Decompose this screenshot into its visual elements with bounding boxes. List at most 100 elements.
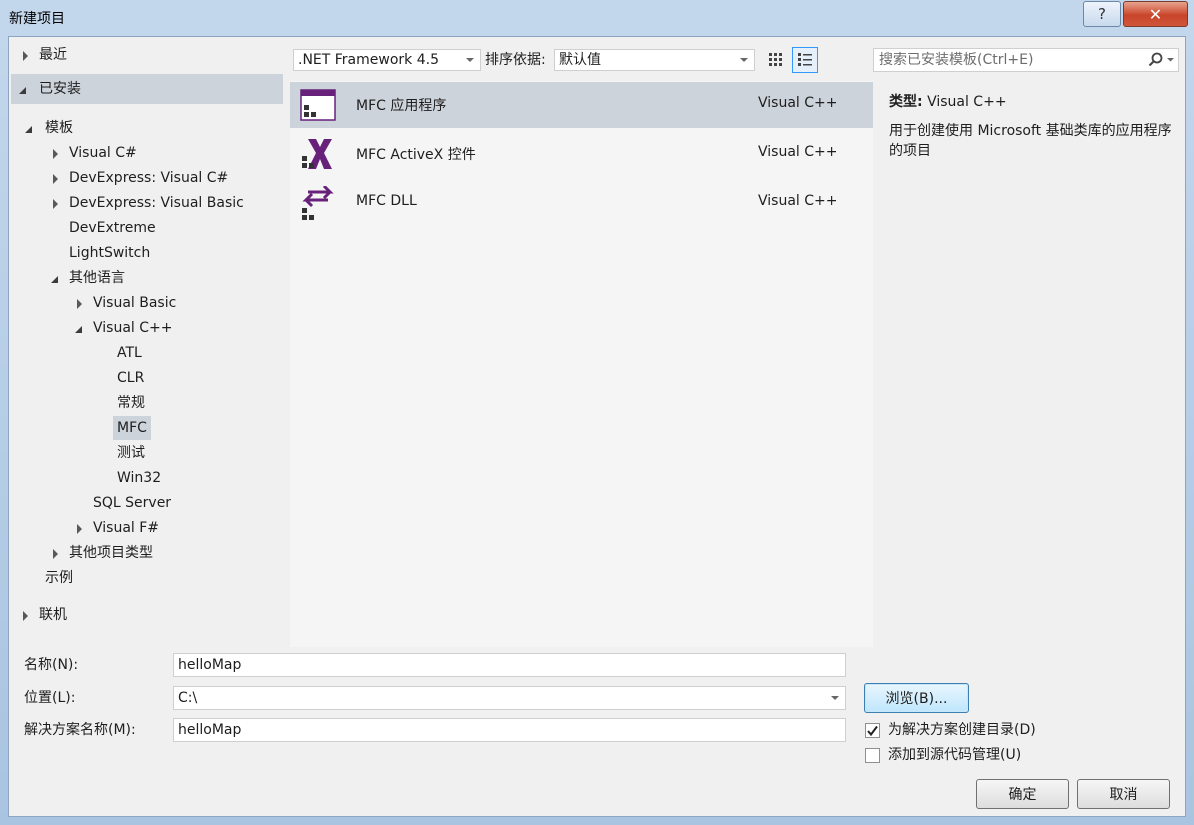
tree-item-mfc[interactable]: MFC: [117, 416, 147, 441]
close-icon: ✕: [1148, 4, 1163, 24]
close-button[interactable]: ✕: [1123, 1, 1188, 27]
collapse-icon[interactable]: [75, 326, 82, 333]
tree-item-installed[interactable]: 已安装: [19, 77, 81, 102]
template-language: Visual C++: [758, 144, 838, 160]
tree-item-general[interactable]: 常规: [117, 391, 145, 416]
location-combobox[interactable]: C:\: [173, 686, 846, 710]
expand-icon[interactable]: [23, 611, 28, 621]
tree-item-devextreme[interactable]: DevExtreme: [69, 216, 156, 241]
location-label: 位置(L):: [24, 690, 76, 706]
tree-item-lightswitch[interactable]: LightSwitch: [69, 241, 150, 266]
type-value: Visual C++: [927, 94, 1007, 110]
tree-label: MFC: [117, 420, 147, 436]
expand-icon[interactable]: [23, 51, 28, 61]
framework-value: .NET Framework 4.5: [298, 52, 439, 68]
mfc-application-icon: [300, 89, 336, 121]
tree-item-win32[interactable]: Win32: [117, 466, 161, 491]
framework-dropdown[interactable]: .NET Framework 4.5: [293, 49, 481, 71]
create-directory-label[interactable]: 为解决方案创建目录(D): [888, 719, 1036, 741]
tree-item-atl[interactable]: ATL: [117, 341, 142, 366]
tree-item-clr[interactable]: CLR: [117, 366, 144, 391]
template-item[interactable]: MFC 应用程序 Visual C++: [290, 82, 873, 128]
tree-item-visual-csharp[interactable]: Visual C#: [49, 141, 137, 166]
sort-value: 默认值: [559, 52, 601, 68]
tree-label: 其他语言: [69, 270, 125, 286]
expand-icon[interactable]: [53, 174, 58, 184]
tree-item-templates[interactable]: 模板: [25, 116, 73, 141]
tree-item-devexpress-vb[interactable]: DevExpress: Visual Basic: [49, 191, 244, 216]
tree-item-test[interactable]: 测试: [117, 441, 145, 466]
create-directory-checkbox[interactable]: [865, 723, 880, 738]
chevron-down-icon[interactable]: [831, 696, 839, 700]
tree-item-devexpress-csharp[interactable]: DevExpress: Visual C#: [49, 166, 228, 191]
tree-item-visual-fsharp[interactable]: Visual F#: [73, 516, 159, 541]
browse-label: 浏览(B)...: [885, 691, 948, 707]
tree-label: LightSwitch: [69, 245, 151, 261]
search-input[interactable]: 搜索已安装模板(Ctrl+E): [873, 48, 1179, 72]
template-name: MFC DLL: [356, 193, 417, 209]
expand-icon[interactable]: [77, 524, 82, 534]
tree-item-online[interactable]: 联机: [19, 603, 67, 628]
template-details: 类型: Visual C++ 用于创建使用 Microsoft 基础类库的应用程…: [873, 81, 1179, 647]
tree-label: DevExpress: Visual C#: [69, 170, 229, 186]
template-item[interactable]: MFC ActiveX 控件 Visual C++: [290, 131, 873, 177]
collapse-icon[interactable]: [25, 126, 32, 133]
tree-label: CLR: [117, 370, 145, 386]
tree-label: 其他项目类型: [69, 545, 153, 561]
tree-item-other-project-types[interactable]: 其他项目类型: [49, 541, 153, 566]
tree-label: 已安装: [39, 81, 81, 97]
cancel-label: 取消: [1109, 787, 1138, 803]
source-control-checkbox[interactable]: [865, 748, 880, 763]
ok-button[interactable]: 确定: [976, 779, 1069, 809]
search-placeholder: 搜索已安装模板(Ctrl+E): [879, 52, 1034, 68]
chevron-down-icon: [740, 58, 748, 62]
search-icon[interactable]: [1146, 49, 1176, 71]
cancel-button[interactable]: 取消: [1077, 779, 1170, 809]
tree-label: SQL Server: [93, 495, 172, 511]
list-view-icon: [798, 53, 812, 66]
tree-item-recent[interactable]: 最近: [19, 43, 67, 68]
expand-icon[interactable]: [53, 549, 58, 559]
source-control-label[interactable]: 添加到源代码管理(U): [888, 744, 1021, 766]
dialog-window: 新建项目 ? ✕ 最近 已安装 模板 Visual C# DevExpress:…: [0, 0, 1194, 825]
tree-item-sql-server[interactable]: SQL Server: [93, 491, 171, 516]
tree-label: DevExtreme: [69, 220, 156, 236]
mfc-dll-icon: [302, 186, 334, 220]
title-bar[interactable]: 新建项目 ? ✕: [0, 0, 1194, 36]
dialog-client: 最近 已安装 模板 Visual C# DevExpress: Visual C…: [8, 36, 1186, 817]
solution-field[interactable]: helloMap: [173, 718, 846, 742]
collapse-icon[interactable]: [19, 87, 26, 94]
tree-item-visual-cpp[interactable]: Visual C++: [73, 316, 172, 341]
tree-label: Win32: [117, 470, 162, 486]
tree-label: 示例: [45, 570, 73, 586]
template-list: MFC 应用程序 Visual C++ MFC ActiveX 控件 Visua…: [290, 81, 873, 647]
template-name: MFC ActiveX 控件: [356, 147, 476, 163]
tree-label: Visual F#: [93, 520, 160, 536]
template-name: MFC 应用程序: [356, 98, 447, 114]
expand-icon[interactable]: [53, 199, 58, 209]
tree-label: 联机: [39, 607, 67, 623]
tree-item-samples[interactable]: 示例: [45, 566, 73, 591]
tree-label: 常规: [117, 395, 145, 411]
tree-label: Visual C#: [69, 145, 137, 161]
template-language: Visual C++: [758, 95, 838, 111]
tree-item-other-languages[interactable]: 其他语言: [49, 266, 125, 291]
browse-button[interactable]: 浏览(B)...: [864, 683, 969, 713]
location-value: C:\: [178, 690, 198, 706]
small-icons-view-button[interactable]: [763, 47, 789, 73]
sort-dropdown[interactable]: 默认值: [554, 49, 755, 71]
tree-item-visual-basic[interactable]: Visual Basic: [73, 291, 176, 316]
expand-icon[interactable]: [53, 149, 58, 159]
template-type: 类型: Visual C++: [889, 91, 1007, 111]
help-icon: ?: [1098, 5, 1106, 23]
collapse-icon[interactable]: [51, 276, 58, 283]
help-button[interactable]: ?: [1083, 1, 1121, 27]
list-view-button[interactable]: [792, 47, 818, 73]
template-item[interactable]: MFC DLL Visual C++: [290, 180, 873, 226]
expand-icon[interactable]: [77, 299, 82, 309]
solution-value: helloMap: [178, 722, 242, 738]
name-field[interactable]: helloMap: [173, 653, 846, 677]
name-label: 名称(N):: [24, 657, 79, 673]
template-language: Visual C++: [758, 193, 838, 209]
window-title: 新建项目: [9, 11, 65, 27]
